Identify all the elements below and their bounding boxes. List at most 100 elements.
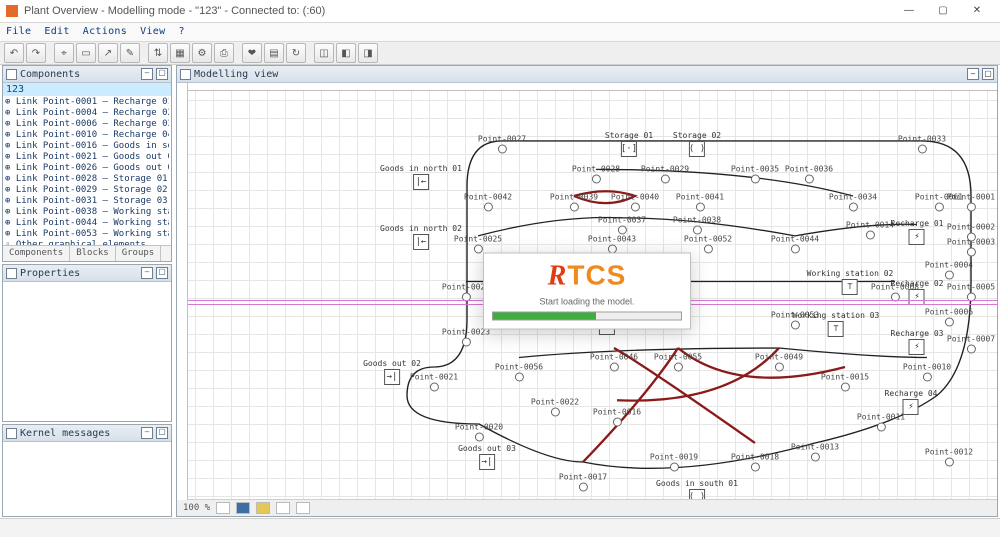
tab-groups[interactable]: Groups	[116, 246, 162, 261]
tree-item[interactable]: ⊕ Link Point-0004 — Recharge 02	[5, 108, 169, 119]
model-point[interactable]: Point-0003	[947, 238, 995, 257]
model-point[interactable]: Point-0012	[925, 448, 973, 467]
model-point[interactable]: Point-0039	[550, 193, 598, 212]
model-point[interactable]: Point-0015	[821, 373, 869, 392]
tab-components[interactable]: Components	[3, 246, 70, 261]
components-tree[interactable]: ⊕ Link Point-0001 — Recharge 01⊕ Link Po…	[3, 96, 171, 245]
model-point[interactable]: Point-0011	[857, 413, 905, 432]
model-location[interactable]: Working station 03⊤	[793, 311, 880, 337]
model-point[interactable]: Point-0007	[947, 335, 995, 354]
model-point[interactable]: Point-0005	[947, 283, 995, 302]
model-point[interactable]: Point-0029	[641, 165, 689, 184]
model-point[interactable]: Point-0018	[731, 453, 779, 472]
model-point[interactable]: Point-0044	[771, 235, 819, 254]
toolbar-button[interactable]: ▤	[264, 43, 284, 63]
model-point[interactable]: Point-0041	[676, 193, 724, 212]
toolbar-button[interactable]: ⌖	[54, 43, 74, 63]
window-close-button[interactable]: ✕	[960, 0, 994, 22]
panel-maximize-button[interactable]: ▢	[156, 267, 168, 279]
model-point[interactable]: Point-0055	[654, 353, 702, 372]
model-point[interactable]: Point-0001	[947, 193, 995, 212]
model-point[interactable]: Point-0010	[903, 363, 951, 382]
menu-edit[interactable]: Edit	[44, 26, 69, 37]
tree-item[interactable]: ⊕ Link Point-0029 — Storage 02	[5, 185, 169, 196]
toolbar-button[interactable]: ⇅	[148, 43, 168, 63]
menu-help[interactable]: ?	[179, 26, 185, 37]
model-point[interactable]: Point-0033	[898, 135, 946, 154]
model-location[interactable]: Goods out 02→|	[363, 359, 421, 385]
model-location[interactable]: Working station 02⊤	[807, 269, 894, 295]
status-slot[interactable]	[296, 502, 310, 514]
tree-item[interactable]: ⊕ Link Point-0028 — Storage 01	[5, 174, 169, 185]
model-location[interactable]: Recharge 03⚡	[891, 329, 944, 355]
model-point[interactable]: Point-0040	[611, 193, 659, 212]
panel-minimize-button[interactable]: –	[967, 68, 979, 80]
toolbar-button[interactable]: ❤	[242, 43, 262, 63]
status-slot[interactable]	[256, 502, 270, 514]
model-point[interactable]: Point-0013	[791, 443, 839, 462]
model-point[interactable]: Point-0004	[925, 261, 973, 280]
tree-item[interactable]: ⊕ Link Point-0010 — Recharge 04	[5, 130, 169, 141]
model-point[interactable]: Point-0020	[455, 423, 503, 442]
tree-item[interactable]: ⊕ Link Point-0031 — Storage 03	[5, 196, 169, 207]
panel-maximize-button[interactable]: ▢	[156, 68, 168, 80]
model-point[interactable]: Point-0006	[925, 308, 973, 327]
status-slot[interactable]	[236, 502, 250, 514]
panel-minimize-button[interactable]: –	[141, 427, 153, 439]
toolbar-button[interactable]: ◨	[358, 43, 378, 63]
window-maximize-button[interactable]: ▢	[926, 0, 960, 22]
toolbar-button[interactable]: ⚙	[192, 43, 212, 63]
model-point[interactable]: Point-0042	[464, 193, 512, 212]
tree-item[interactable]: ⊕ Link Point-0016 — Goods in sout	[5, 141, 169, 152]
toolbar-button[interactable]: ◫	[314, 43, 334, 63]
model-location[interactable]: Recharge 02⚡	[891, 279, 944, 305]
tree-item[interactable]: ⊕ Link Point-0026 — Goods out 03	[5, 163, 169, 174]
model-point[interactable]: Point-0036	[785, 165, 833, 184]
model-point[interactable]: Point-0017	[559, 473, 607, 492]
panel-minimize-button[interactable]: –	[141, 267, 153, 279]
toolbar-button[interactable]: ↗	[98, 43, 118, 63]
model-point[interactable]: Point-0046	[590, 353, 638, 372]
model-point[interactable]: Point-0056	[495, 363, 543, 382]
toolbar-button[interactable]: ◧	[336, 43, 356, 63]
model-location[interactable]: Storage 02⟨ ⟩	[673, 131, 721, 157]
tree-item[interactable]: ⊕ Link Point-0006 — Recharge 03	[5, 119, 169, 130]
model-point[interactable]: Point-0049	[755, 353, 803, 372]
toolbar-button[interactable]: ↶	[4, 43, 24, 63]
panel-maximize-button[interactable]: ▢	[982, 68, 994, 80]
model-location[interactable]: Goods in north 02|←	[380, 224, 462, 250]
tree-item[interactable]: ◦ Other graphical elements	[5, 240, 169, 245]
model-point[interactable]: Point-0022	[531, 398, 579, 417]
tree-item[interactable]: ⊕ Link Point-0053 — Working stati	[5, 229, 169, 240]
model-point[interactable]: Point-0052	[684, 235, 732, 254]
menu-file[interactable]: File	[6, 26, 31, 37]
tab-blocks[interactable]: Blocks	[70, 246, 116, 261]
model-location[interactable]: Goods out 03→|	[458, 444, 516, 470]
model-point[interactable]: Point-0014	[846, 221, 894, 240]
toolbar-button[interactable]: ↷	[26, 43, 46, 63]
modelling-view[interactable]: Modelling view – ▢	[176, 65, 998, 517]
model-point[interactable]: Point-0028	[572, 165, 620, 184]
menu-view[interactable]: View	[140, 26, 165, 37]
toolbar-button[interactable]: ✎	[120, 43, 140, 63]
model-location[interactable]: Goods in north 01|←	[380, 164, 462, 190]
model-location[interactable]: Recharge 04⚡	[885, 389, 938, 415]
tree-item[interactable]: ⊕ Link Point-0001 — Recharge 01	[5, 97, 169, 108]
tree-item[interactable]: ⊕ Link Point-0044 — Working stati	[5, 218, 169, 229]
model-point[interactable]: Point-0037	[598, 216, 646, 235]
model-point[interactable]: Point-0019	[650, 453, 698, 472]
toolbar-button[interactable]: ▦	[170, 43, 190, 63]
window-minimize-button[interactable]: —	[892, 0, 926, 22]
model-location[interactable]: Storage 01[·]	[605, 131, 653, 157]
model-point[interactable]: Point-0035	[731, 165, 779, 184]
model-point[interactable]: Point-0023	[442, 328, 490, 347]
model-point[interactable]: Point-0034	[829, 193, 877, 212]
model-point[interactable]: Point-0027	[478, 135, 526, 154]
tree-item[interactable]: ⊕ Link Point-0038 — Working stati	[5, 207, 169, 218]
model-location[interactable]: Recharge 01⚡	[891, 219, 944, 245]
toolbar-button[interactable]: ↻	[286, 43, 306, 63]
tree-item[interactable]: ⊕ Link Point-0021 — Goods out 01	[5, 152, 169, 163]
status-slot[interactable]	[216, 502, 230, 514]
components-root-label[interactable]: 123	[3, 83, 171, 96]
model-point[interactable]: Point-0038	[673, 216, 721, 235]
